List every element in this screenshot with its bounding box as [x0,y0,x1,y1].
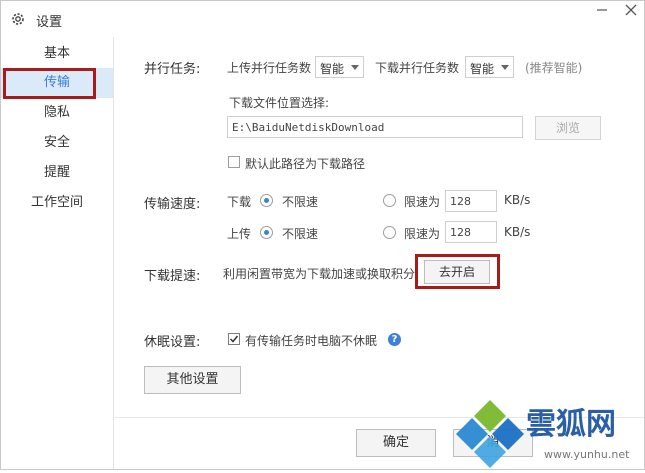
download-path-field[interactable]: E:\BaiduNetdiskDownload [227,116,523,138]
download-parallel-label: 下载并行任务数 [375,61,460,75]
download-limit-label: 限速为 [404,195,441,209]
sleep-settings-label: 休眠设置: [144,335,201,350]
download-unlimited-radio[interactable] [260,194,273,207]
sidebar-item-workspace[interactable]: 工作空间 [1,188,113,218]
upload-limit-label: 限速为 [404,227,441,241]
chevron-down-icon [501,65,509,70]
other-settings-button[interactable]: 其他设置 [144,366,241,394]
download-limit-input[interactable]: 128 [445,190,497,212]
chevron-down-icon [351,65,359,70]
site-watermark: 雲狐网 www.yunhu.net [448,390,645,470]
parallel-hint: (推荐智能) [525,61,583,75]
highlight-box-boost [415,254,500,289]
download-parallel-value: 智能 [470,62,495,76]
sidebar-item-reminder[interactable]: 提醒 [1,158,113,188]
gear-icon [12,13,24,25]
transfer-speed-label: 传输速度: [144,197,201,212]
upload-parallel-select[interactable]: 智能 [315,56,364,78]
title-bar: 设置 [1,1,644,37]
upload-parallel-value: 智能 [320,62,345,76]
upload-limit-radio[interactable] [383,226,396,239]
download-speed-label: 下载 [227,195,252,209]
highlight-box-transfer [3,68,96,99]
upload-unlimited-radio[interactable] [260,226,273,239]
default-path-checkbox[interactable] [228,156,240,168]
upload-unlimited-label: 不限速 [282,227,319,241]
help-icon[interactable]: ? [388,333,401,346]
default-path-label: 默认此路径为下载路径 [245,157,366,171]
download-unlimited-label: 不限速 [282,195,319,209]
browse-button[interactable]: 浏览 [535,116,601,140]
parallel-tasks-label: 并行任务: [144,62,201,77]
no-sleep-checkbox[interactable] [228,333,240,345]
download-boost-label: 下载提速: [144,269,201,284]
minimize-icon[interactable] [595,3,609,13]
sidebar-item-security[interactable]: 安全 [1,128,113,158]
download-limit-radio[interactable] [383,194,396,207]
upload-limit-input[interactable]: 128 [445,221,497,243]
no-sleep-label: 有传输任务时电脑不休眠 [245,334,378,348]
sidebar-item-privacy[interactable]: 隐私 [1,98,113,128]
watermark-logo: 雲狐网 www.yunhu.net [456,400,630,468]
watermark-brand: 雲狐网 [526,407,616,442]
check-icon [229,335,239,343]
watermark-url: www.yunhu.net [544,448,630,461]
upload-speed-label: 上传 [227,227,252,241]
upload-parallel-label: 上传并行任务数 [227,61,312,75]
sidebar-item-basic[interactable]: 基本 [1,39,113,69]
download-location-label: 下载文件位置选择: [229,96,330,110]
close-icon[interactable] [624,3,638,17]
download-parallel-select[interactable]: 智能 [465,56,514,78]
download-limit-unit: KB/s [504,193,531,207]
ok-button[interactable]: 确定 [356,429,436,457]
window-title: 设置 [36,15,63,30]
settings-sidebar: 基本 传输 隐私 安全 提醒 工作空间 [1,37,114,469]
upload-limit-unit: KB/s [504,225,531,239]
download-boost-text: 利用闲置带宽为下载加速或换取积分 [223,267,416,281]
